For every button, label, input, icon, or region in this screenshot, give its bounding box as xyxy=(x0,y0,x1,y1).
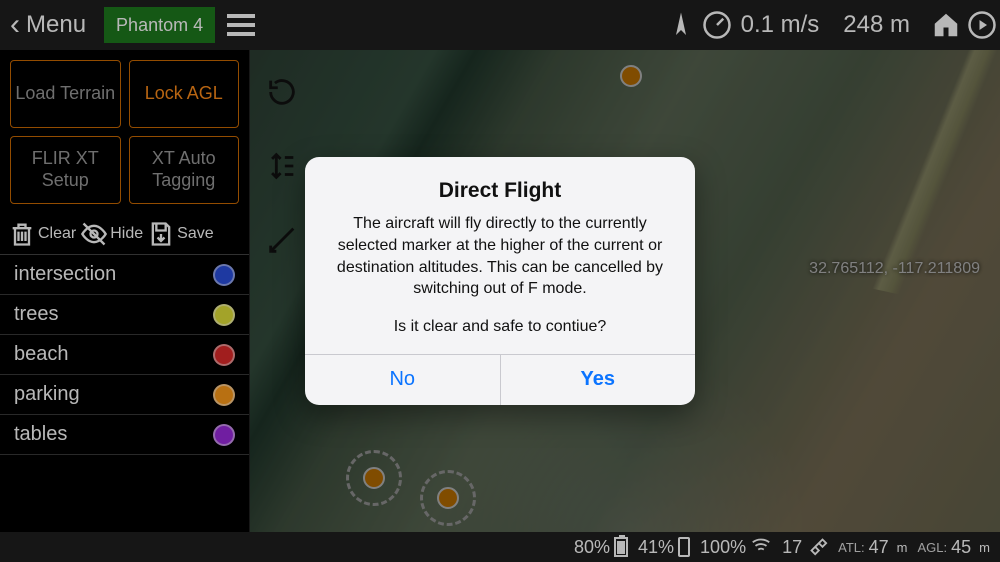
dialog-question: Is it clear and safe to contiue? xyxy=(325,318,675,336)
dialog-actions: No Yes xyxy=(305,354,695,405)
dialog-no-button[interactable]: No xyxy=(305,355,500,405)
dialog-text: The aircraft will fly directly to the cu… xyxy=(325,213,675,299)
direct-flight-dialog: Direct Flight The aircraft will fly dire… xyxy=(305,157,695,404)
dialog-yes-button[interactable]: Yes xyxy=(500,355,696,405)
dialog-title: Direct Flight xyxy=(325,179,675,203)
dialog-body: Direct Flight The aircraft will fly dire… xyxy=(305,157,695,353)
app-root: 32.765112, -117.211809 ‹ Menu Phantom 4 … xyxy=(0,0,1000,562)
dialog-scrim[interactable]: Direct Flight The aircraft will fly dire… xyxy=(0,0,1000,562)
